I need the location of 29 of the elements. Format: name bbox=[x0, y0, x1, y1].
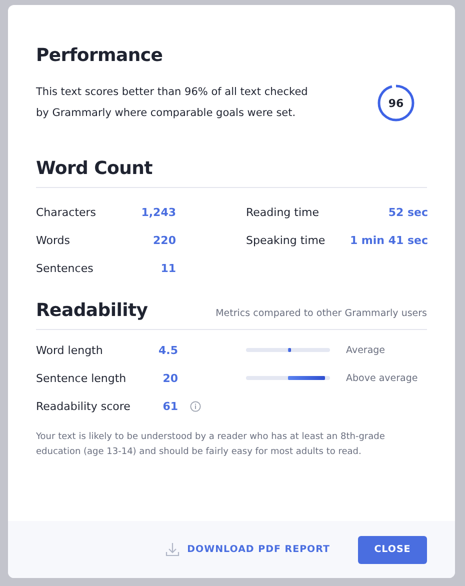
stat-value: 11 bbox=[160, 262, 176, 274]
stat-value: 1,243 bbox=[141, 206, 176, 218]
stat-label: Characters bbox=[36, 206, 96, 218]
section-title: Word Count bbox=[36, 158, 152, 179]
metric-label: Word length bbox=[36, 344, 104, 356]
metric-label: Sentence length bbox=[36, 372, 128, 384]
download-icon bbox=[165, 542, 180, 557]
metric-rating: Average bbox=[346, 344, 386, 356]
metric-label: Readability score bbox=[36, 400, 132, 412]
metric-value: 4.5 bbox=[158, 344, 178, 356]
performance-text: This text scores better than 96% of all text checked by Grammarly where comparable goals were set. bbox=[36, 85, 309, 121]
metric-value: 61 bbox=[162, 400, 178, 412]
info-icon[interactable] bbox=[190, 400, 201, 412]
close-button[interactable]: CLOSE bbox=[358, 536, 427, 564]
score-value: 96 bbox=[388, 96, 404, 110]
stat-value: 220 bbox=[153, 234, 176, 246]
section-subtitle: Metrics compared to other Grammarly users bbox=[216, 308, 427, 319]
stat-value: 1 min 41 sec bbox=[350, 234, 428, 246]
stat-label: Words bbox=[36, 234, 70, 246]
stat-label: Sentences bbox=[36, 262, 94, 274]
metric-rating: Above average bbox=[346, 372, 418, 384]
stat-label: Speaking time bbox=[246, 234, 326, 246]
download-link[interactable]: DOWNLOAD PDF REPORT bbox=[165, 542, 330, 557]
section-title: Readability bbox=[36, 300, 148, 321]
stat-label: Reading time bbox=[246, 206, 319, 218]
section-title: Performance bbox=[36, 45, 164, 66]
stat-value: 52 sec bbox=[388, 206, 428, 218]
readability-note: Your text is likely to be understood by a reader who has at least an 8th-grade education (age 13-14) and should be fairly easy for most adults to read. bbox=[36, 431, 386, 459]
metric-value: 20 bbox=[162, 372, 178, 384]
